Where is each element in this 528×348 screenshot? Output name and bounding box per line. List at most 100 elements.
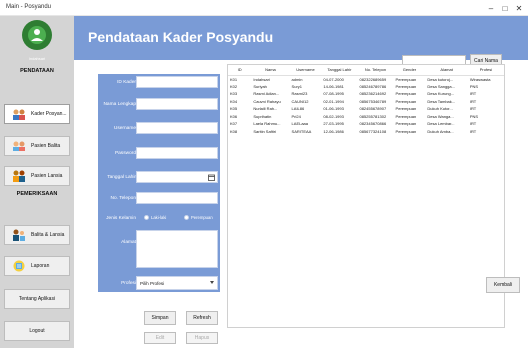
page-title: Pendataan Kader Posyandu — [88, 29, 274, 45]
cell: Perempuan — [395, 121, 417, 127]
sidebar-item-kader[interactable]: Kader Posyan... — [4, 104, 70, 124]
baby-icon — [11, 140, 27, 152]
window-title: Main - Posyandu — [6, 4, 52, 10]
cell: IRT — [469, 106, 477, 112]
nama-lengkap-input[interactable] — [136, 98, 218, 110]
label-tanggal-lahir: Tanggal Lahir — [107, 175, 136, 180]
cell: K05 — [230, 106, 238, 112]
col-alamat[interactable]: Alamat — [425, 65, 468, 76]
cell: LAIL86 — [291, 106, 305, 112]
sidebar-item-label: Pasien Balita — [31, 143, 61, 149]
label-username: Username — [113, 126, 136, 131]
table-row[interactable]: K08 Saritin Safitri SARITEAA 12-06-1986 0856… — [228, 128, 504, 136]
radio-label: Perempuan — [191, 215, 213, 220]
col-nama[interactable]: Nama — [251, 65, 290, 76]
table-row[interactable]: K05 Nurlaili Rah... LAIL86 01-06-1993 082455… — [228, 105, 504, 113]
title-bar: Main - Posyandu – □ ✕ — [0, 0, 528, 16]
table-row[interactable]: K06 Suprihatin Pri24 08-02-1993 085255781302… — [228, 113, 504, 121]
logo-text: Indahsari — [28, 56, 46, 61]
sidebar-item-label: Kader Posyan... — [31, 111, 67, 117]
radio-perempuan[interactable]: Perempuan — [184, 215, 213, 220]
cell: IRT — [469, 121, 477, 127]
chevron-down-icon — [210, 281, 214, 284]
cell: Perempuan — [395, 91, 417, 97]
radio-dot — [184, 215, 189, 220]
calendar-icon[interactable] — [208, 174, 215, 181]
edit-button[interactable]: Edit — [144, 332, 176, 344]
cell: 12-06-1986 — [323, 128, 344, 134]
cell: 08-02-1993 — [323, 113, 344, 119]
close-icon[interactable]: ✕ — [512, 1, 526, 15]
cell: Desa Lembar... — [427, 121, 455, 127]
kader-table[interactable]: ID Nama Username Tanggal Lahir No. Telep… — [227, 64, 505, 328]
refresh-button[interactable]: Refresh — [186, 311, 218, 325]
cell: 085246789786 — [359, 83, 387, 89]
cell: 07-08-1995 — [323, 91, 344, 97]
sidebar-item-tentang[interactable]: Tentang Aplikasi — [4, 289, 70, 309]
alamat-textarea[interactable] — [136, 230, 218, 268]
cell: Desa Sangga... — [427, 83, 455, 89]
tanggal-lahir-input[interactable] — [136, 171, 218, 183]
password-input[interactable] — [136, 147, 218, 159]
cell: K03 — [230, 91, 238, 97]
cell: Perempuan — [395, 113, 417, 119]
cell: PNS — [469, 113, 479, 119]
cell: Indahsari — [253, 76, 270, 82]
sidebar-item-balita-lansia[interactable]: Balita & Lansia — [4, 225, 70, 245]
id-kader-input[interactable] — [136, 76, 218, 88]
table-row[interactable]: K04 Cauvni Rahayu CAUNI12 02-01-1994 0856753… — [228, 98, 504, 106]
kembali-button[interactable]: Kembali — [486, 277, 520, 293]
cell: Wiraswasta — [469, 76, 491, 82]
cell: 082322689659 — [359, 76, 387, 82]
col-tanggal-lahir[interactable]: Tanggal Lahir — [321, 65, 358, 76]
col-username[interactable]: Username — [289, 65, 322, 76]
table-row[interactable]: K02 Suriyah Sury1 14-06-1981 085246789786 Per… — [228, 83, 504, 91]
cell: SARITEAA — [291, 128, 312, 134]
cell: K04 — [230, 98, 238, 104]
table-row[interactable]: K01 Indahsari admin 04-07-2000 082322689659 P… — [228, 75, 504, 83]
col-profesi[interactable]: Profesi — [467, 65, 504, 76]
cell: K02 — [230, 83, 238, 89]
col-gender[interactable]: Gender — [393, 65, 426, 76]
logout-button[interactable]: Logout — [4, 321, 70, 341]
col-id[interactable]: ID — [228, 65, 252, 76]
people-icon — [11, 108, 27, 120]
cell: Perempuan — [395, 98, 417, 104]
sidebar-item-laporan[interactable]: Laporan — [4, 256, 70, 276]
telepon-input[interactable] — [136, 192, 218, 204]
cell: Rasmi23 — [291, 91, 308, 97]
maximize-icon[interactable]: □ — [498, 1, 512, 15]
minimize-icon[interactable]: – — [484, 1, 498, 15]
simpan-button[interactable]: Simpan — [144, 311, 176, 325]
table-header-row: ID Nama Username Tanggal Lahir No. Telep… — [228, 65, 504, 76]
profesi-select[interactable]: Pilih Profesi — [136, 276, 218, 290]
radio-laki-laki[interactable]: Laki-laki — [144, 215, 166, 220]
table-row[interactable]: K07 Laela Rahmu... LAELaaa 27-03-1995 082345… — [228, 120, 504, 128]
cell: Dukuh Kutor... — [427, 106, 453, 112]
sidebar-item-balita[interactable]: Pasien Balita — [4, 136, 70, 156]
section-pendataan: PENDATAAN — [20, 68, 54, 74]
cell: Perempuan — [395, 76, 417, 82]
sidebar-item-lansia[interactable]: Pasien Lansia — [4, 166, 70, 186]
cell: K06 — [230, 113, 238, 119]
cell: 085677324108 — [359, 128, 387, 134]
elderly-icon — [11, 170, 27, 182]
profesi-value: Pilih Profesi — [140, 280, 165, 286]
posyandu-logo-icon — [22, 20, 52, 50]
cell: Desa Wanga... — [427, 113, 454, 119]
table-row[interactable]: K03 Rasmi Adian... Rasmi23 07-08-1995 085236… — [228, 90, 504, 98]
col-telepon[interactable]: No. Telepon — [357, 65, 394, 76]
cell: 14-06-1981 — [323, 83, 344, 89]
cell: 27-03-1995 — [323, 121, 344, 127]
label-id-kader: ID Kader — [117, 80, 136, 85]
sidebar-item-label: Pasien Lansia — [31, 173, 63, 179]
radio-label: Laki-laki — [151, 215, 167, 220]
cell: 082345670866 — [359, 121, 387, 127]
sidebar-item-label: Balita & Lansia — [31, 232, 65, 238]
cell: 082455678907 — [359, 106, 387, 112]
hapus-button[interactable]: Hapus — [186, 332, 218, 344]
family-icon — [11, 229, 27, 241]
cell: K01 — [230, 76, 238, 82]
username-input[interactable] — [136, 122, 218, 134]
cell: Suriyah — [253, 83, 267, 89]
